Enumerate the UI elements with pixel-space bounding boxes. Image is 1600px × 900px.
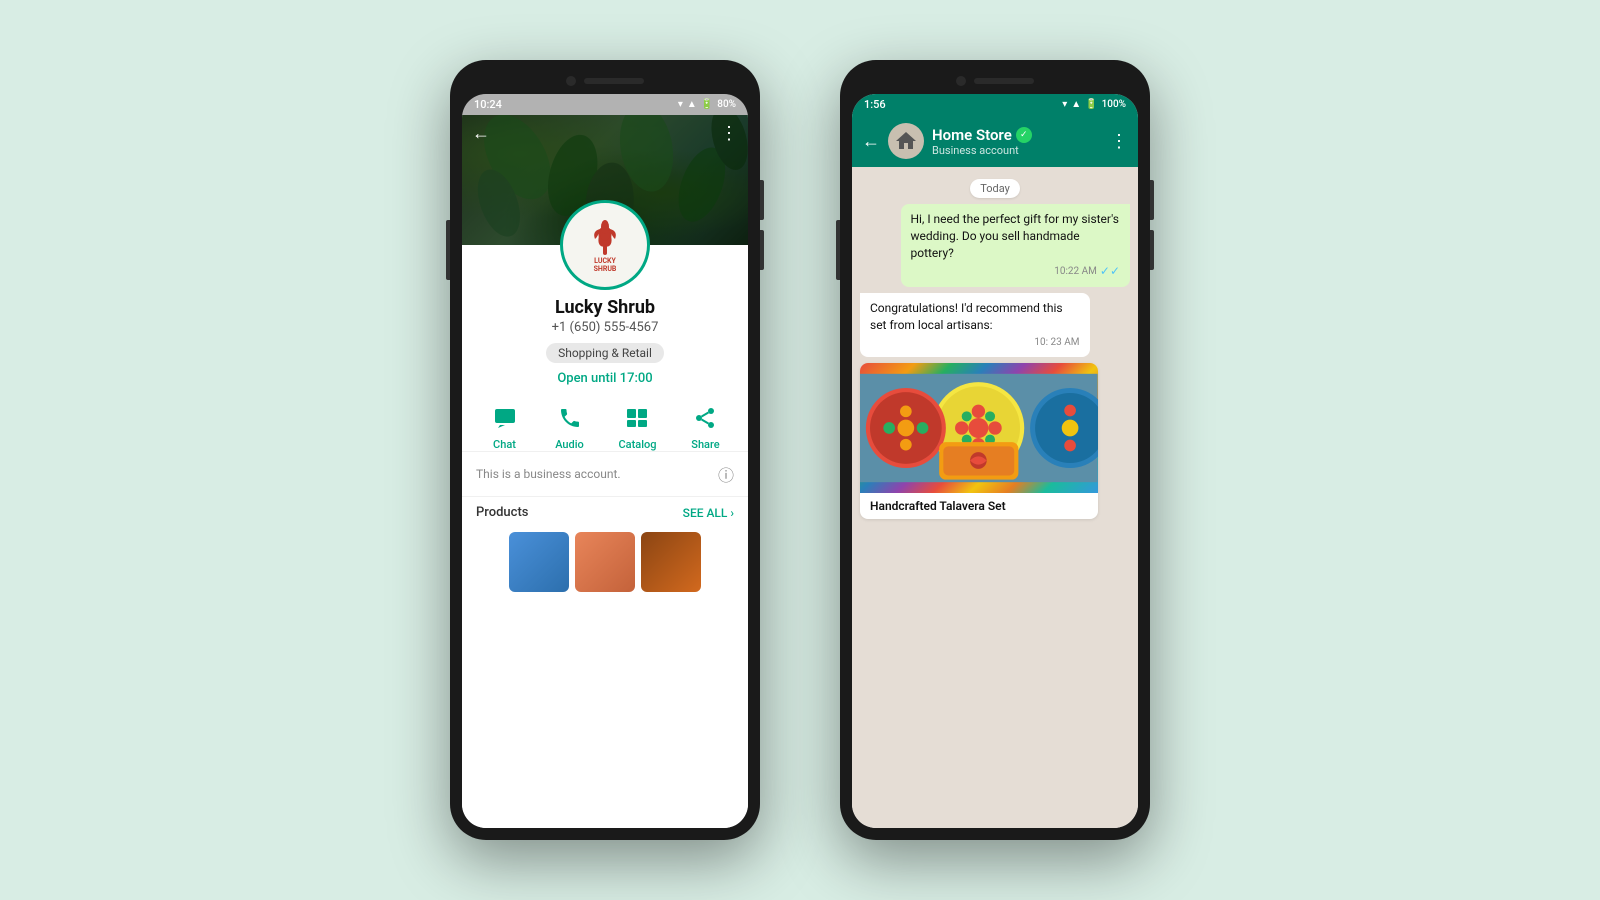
left-status-icons: ▾ ▲ 🔋 80% [678, 99, 736, 110]
media-card-title: Handcrafted Talavera Set [860, 493, 1098, 519]
volume-up-button[interactable] [760, 180, 764, 220]
lucky-shrub-logo: LUCKY SHRUB [582, 217, 628, 274]
products-label: Products [476, 505, 528, 520]
catalog-action-label: Catalog [619, 438, 657, 451]
chat-media-card[interactable]: Handcrafted Talavera Set [860, 363, 1098, 519]
products-bar: Products SEE ALL › [462, 496, 748, 528]
business-hours: Open until 17:00 [557, 371, 652, 386]
audio-action-label: Audio [555, 438, 584, 451]
chat-action-label: Chat [493, 438, 516, 451]
logo-text: LUCKY SHRUB [594, 257, 617, 274]
product-thumbnails [495, 528, 715, 596]
right-battery-level: 100% [1102, 99, 1126, 110]
business-info-text: This is a business account. [476, 467, 621, 481]
phone-top-bar [462, 72, 748, 94]
right-phone-speaker [974, 78, 1034, 84]
right-battery-icon: 🔋 [1085, 99, 1097, 110]
volume-down-button[interactable] [760, 230, 764, 270]
business-info-bar: This is a business account. ⓘ [462, 451, 748, 496]
power-button[interactable] [446, 220, 450, 280]
battery-level: 80% [717, 99, 736, 110]
logo-text-line1: LUCKY [594, 257, 617, 265]
business-name: Lucky Shrub [555, 297, 655, 318]
product-thumb-1[interactable] [509, 532, 569, 592]
chat-title-area: Home Store ✓ Business account [932, 126, 1102, 157]
phone-icon [554, 402, 586, 434]
see-all-button[interactable]: SEE ALL › [683, 506, 734, 520]
chat-icon [489, 402, 521, 434]
profile-header-image: ← ⋮ [462, 115, 748, 245]
profile-avatar: LUCKY SHRUB [560, 200, 650, 290]
chat-back-button[interactable]: ← [862, 131, 880, 152]
chat-message-2-meta: 10: 23 AM [870, 336, 1080, 350]
right-wifi-icon: ▾ [1062, 99, 1067, 110]
right-phone-top-bar [852, 72, 1138, 94]
share-icon [689, 402, 721, 434]
chat-message-2: Congratulations! I'd recommend this set … [860, 293, 1090, 357]
verified-badge: ✓ [1016, 127, 1032, 143]
media-card-image [860, 363, 1098, 493]
action-buttons-row: Chat Audio [462, 402, 748, 451]
right-volume-down-button[interactable] [1150, 230, 1154, 270]
business-category: Shopping & Retail [546, 343, 664, 363]
audio-action-button[interactable]: Audio [554, 402, 586, 451]
right-status-bar: 1:56 ▾ ▲ 🔋 100% [852, 94, 1138, 115]
chat-message-1-text: Hi, I need the perfect gift for my siste… [911, 211, 1121, 261]
left-status-time: 10:24 [474, 98, 502, 111]
profile-back-button[interactable]: ← [472, 123, 490, 144]
pottery-svg [860, 363, 1098, 493]
chat-subtitle: Business account [932, 144, 1102, 157]
profile-avatar-wrap: LUCKY SHRUB [560, 200, 650, 290]
plant-logo-svg [582, 217, 628, 257]
right-phone-camera [956, 76, 966, 86]
chat-header: ← Home Store ✓ Business account ⋮ [852, 115, 1138, 167]
business-phone: +1 (650) 555-4567 [552, 320, 659, 335]
chat-message-2-time: 10: 23 AM [1034, 336, 1079, 350]
left-status-bar: 10:24 ▾ ▲ 🔋 80% [462, 94, 748, 115]
phone-camera [566, 76, 576, 86]
chat-body: Today Hi, I need the perfect gift for my… [852, 167, 1138, 828]
chat-name-row: Home Store ✓ [932, 126, 1102, 144]
share-action-button[interactable]: Share [689, 402, 721, 451]
product-thumb-3[interactable] [641, 532, 701, 592]
catalog-action-button[interactable]: Catalog [619, 402, 657, 451]
chat-action-button[interactable]: Chat [489, 402, 521, 451]
profile-menu-button[interactable]: ⋮ [720, 123, 738, 144]
product-thumb-2[interactable] [575, 532, 635, 592]
chat-message-1-time: 10:22 AM [1054, 265, 1097, 279]
chat-date-divider: Today [860, 177, 1130, 198]
chat-menu-button[interactable]: ⋮ [1110, 131, 1128, 152]
chat-date-label: Today [970, 179, 1020, 198]
chat-message-1: Hi, I need the perfect gift for my siste… [901, 204, 1131, 287]
chat-contact-name: Home Store [932, 126, 1012, 144]
left-phone: 10:24 ▾ ▲ 🔋 80% ← ⋮ [450, 60, 760, 840]
chat-message-1-meta: 10:22 AM ✓✓ [911, 263, 1121, 280]
right-status-time: 1:56 [864, 98, 886, 111]
share-action-label: Share [691, 438, 719, 451]
right-phone-screen: 1:56 ▾ ▲ 🔋 100% ← Home Store ✓ Busi [852, 94, 1138, 828]
right-power-button[interactable] [836, 220, 840, 280]
right-volume-up-button[interactable] [1150, 180, 1154, 220]
wifi-icon: ▾ [678, 99, 683, 110]
logo-text-line2: SHRUB [594, 265, 617, 273]
right-phone: 1:56 ▾ ▲ 🔋 100% ← Home Store ✓ Busi [840, 60, 1150, 840]
signal-icon: ▲ [687, 99, 697, 110]
read-receipt-icon: ✓✓ [1100, 263, 1120, 280]
chat-message-2-text: Congratulations! I'd recommend this set … [870, 300, 1080, 334]
battery-icon: 🔋 [701, 99, 713, 110]
profile-content: Lucky Shrub +1 (650) 555-4567 Shopping &… [462, 245, 748, 828]
info-icon: ⓘ [718, 462, 734, 486]
right-signal-icon: ▲ [1071, 99, 1081, 110]
chat-contact-avatar [888, 123, 924, 159]
phone-speaker [584, 78, 644, 84]
right-status-icons: ▾ ▲ 🔋 100% [1062, 99, 1126, 110]
left-phone-screen: 10:24 ▾ ▲ 🔋 80% ← ⋮ [462, 94, 748, 828]
catalog-icon [621, 402, 653, 434]
